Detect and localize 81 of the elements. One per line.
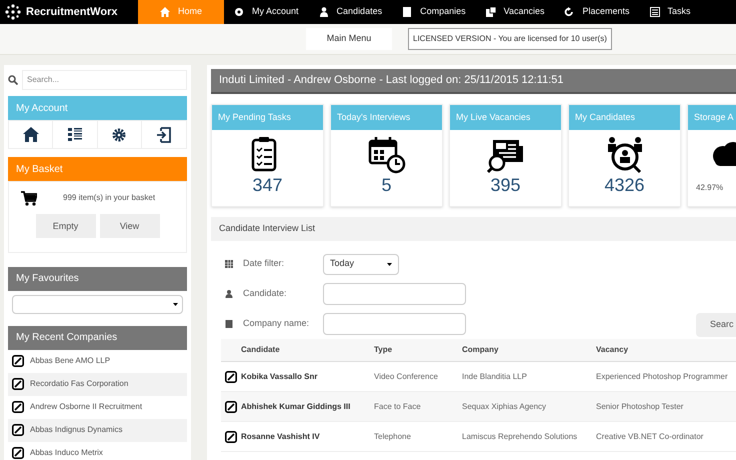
filter-label: Date filter: bbox=[243, 257, 286, 270]
caret-icon bbox=[173, 302, 178, 306]
card-title: Today's Interviews bbox=[331, 105, 442, 130]
filter-label: Company name: bbox=[243, 317, 310, 330]
column-header[interactable]: Vacancy bbox=[596, 344, 736, 356]
nav-tab[interactable]: Tasks bbox=[640, 0, 701, 24]
grid-logo-icon bbox=[4, 3, 22, 21]
card-title: My Candidates bbox=[569, 105, 680, 130]
edit-icon[interactable] bbox=[12, 355, 24, 368]
edit-icon[interactable] bbox=[225, 370, 237, 382]
card-title: My Live Vacancies bbox=[450, 105, 561, 130]
calendar-icon bbox=[225, 260, 233, 268]
date-filter-dropdown[interactable]: Today bbox=[323, 254, 399, 274]
panel-header: My Basket bbox=[8, 157, 187, 182]
table-cell-text: Sequax Xiphias Agency bbox=[462, 400, 548, 412]
brand-name: RecruitmentWorx bbox=[26, 4, 118, 20]
table-cell-text: Video Conference bbox=[374, 370, 439, 382]
table-cell-text: Telephone bbox=[374, 430, 412, 442]
person-icon bbox=[318, 7, 329, 17]
caret-icon bbox=[387, 262, 392, 266]
edit-icon[interactable] bbox=[12, 424, 24, 436]
table-cell-text: Abhishek Kumar Giddings III bbox=[241, 400, 352, 412]
home-icon bbox=[160, 7, 170, 17]
calendar-clock-icon bbox=[368, 136, 406, 174]
nav-tab[interactable]: Vacancies bbox=[476, 0, 554, 24]
table-cell-text: Experienced Photoshop Programmer bbox=[596, 370, 729, 382]
basket-button[interactable]: Empty bbox=[36, 214, 96, 238]
edit-icon[interactable] bbox=[12, 378, 24, 390]
sign-in-icon[interactable] bbox=[156, 126, 171, 143]
table-cell-text: Lamiscus Reprehendo Solutions bbox=[462, 430, 578, 442]
home-icon[interactable] bbox=[22, 127, 39, 142]
list-icon bbox=[650, 7, 660, 17]
nav-tab[interactable]: My Account bbox=[224, 0, 309, 24]
list-icon[interactable] bbox=[68, 128, 82, 142]
table-cell-text: Creative VB.NET Co-ordinator bbox=[596, 430, 704, 442]
company-link[interactable]: Abbas Induco Metrix bbox=[30, 447, 103, 460]
table-cell-text: Rosanne Vashisht IV bbox=[241, 430, 321, 442]
table-cell-text: Inde Blanditia LLP bbox=[462, 370, 528, 382]
table-cell-text: Senior Photoshop Tester bbox=[596, 400, 684, 412]
input-field[interactable] bbox=[323, 313, 466, 335]
search-icon bbox=[8, 74, 18, 85]
stat-value: 4326 bbox=[604, 176, 645, 194]
stat-value: 5 bbox=[381, 176, 392, 194]
nav-tab[interactable]: Candidates bbox=[308, 0, 392, 24]
filter-label: Candidate: bbox=[243, 287, 288, 300]
nav-tab[interactable]: Placements bbox=[554, 0, 640, 24]
input-field[interactable] bbox=[323, 283, 466, 305]
header-bar: Induti Limited - Andrew Osborne - Last logged on: 25/11/2015 12:11:51 bbox=[211, 69, 736, 94]
main-menu-button[interactable]: Main Menu bbox=[306, 28, 392, 50]
edit-icon[interactable] bbox=[225, 430, 237, 442]
basket-summary: 999 item(s) in your basket bbox=[63, 192, 156, 204]
nav-tab[interactable]: Companies bbox=[392, 0, 476, 24]
panel-header: Candidate Interview List bbox=[211, 217, 736, 241]
panel-header: My Favourites bbox=[8, 266, 187, 291]
panel-header: My Account bbox=[8, 96, 187, 120]
search-field[interactable]: Search... bbox=[22, 70, 187, 90]
company-link[interactable]: Abbas Bene AMO LLP bbox=[30, 355, 110, 368]
person-icon bbox=[225, 290, 233, 298]
people-search-icon bbox=[606, 136, 644, 174]
column-header[interactable]: Company bbox=[462, 344, 596, 356]
panel-header: My Recent Companies bbox=[8, 326, 187, 350]
column-header[interactable]: Candidate bbox=[241, 344, 374, 356]
stat-value: 42.97% bbox=[695, 182, 724, 194]
basket-button[interactable]: View bbox=[100, 214, 160, 238]
card-title: Storage A bbox=[688, 105, 736, 130]
edit-icon[interactable] bbox=[12, 447, 24, 460]
stat-value: 347 bbox=[252, 176, 283, 194]
edit-icon[interactable] bbox=[12, 401, 24, 414]
cart-icon bbox=[21, 190, 37, 206]
edit-icon[interactable] bbox=[225, 400, 237, 412]
column-header[interactable]: Type bbox=[374, 344, 462, 356]
license-notice: LICENSED VERSION - You are licensed for 10 user(s) bbox=[408, 28, 612, 50]
settings-icon[interactable] bbox=[112, 128, 126, 142]
table-cell-text: Kobika Vassallo Snr bbox=[241, 370, 318, 382]
gear-icon bbox=[234, 7, 244, 17]
refresh-icon bbox=[564, 7, 574, 17]
card-title: My Pending Tasks bbox=[212, 105, 323, 130]
stat-value: 395 bbox=[490, 176, 521, 194]
find-button[interactable]: Searc bbox=[696, 313, 736, 337]
company-link[interactable]: Andrew Osborne II Recruitment bbox=[30, 401, 142, 414]
table-cell-text: Face to Face bbox=[374, 400, 422, 412]
